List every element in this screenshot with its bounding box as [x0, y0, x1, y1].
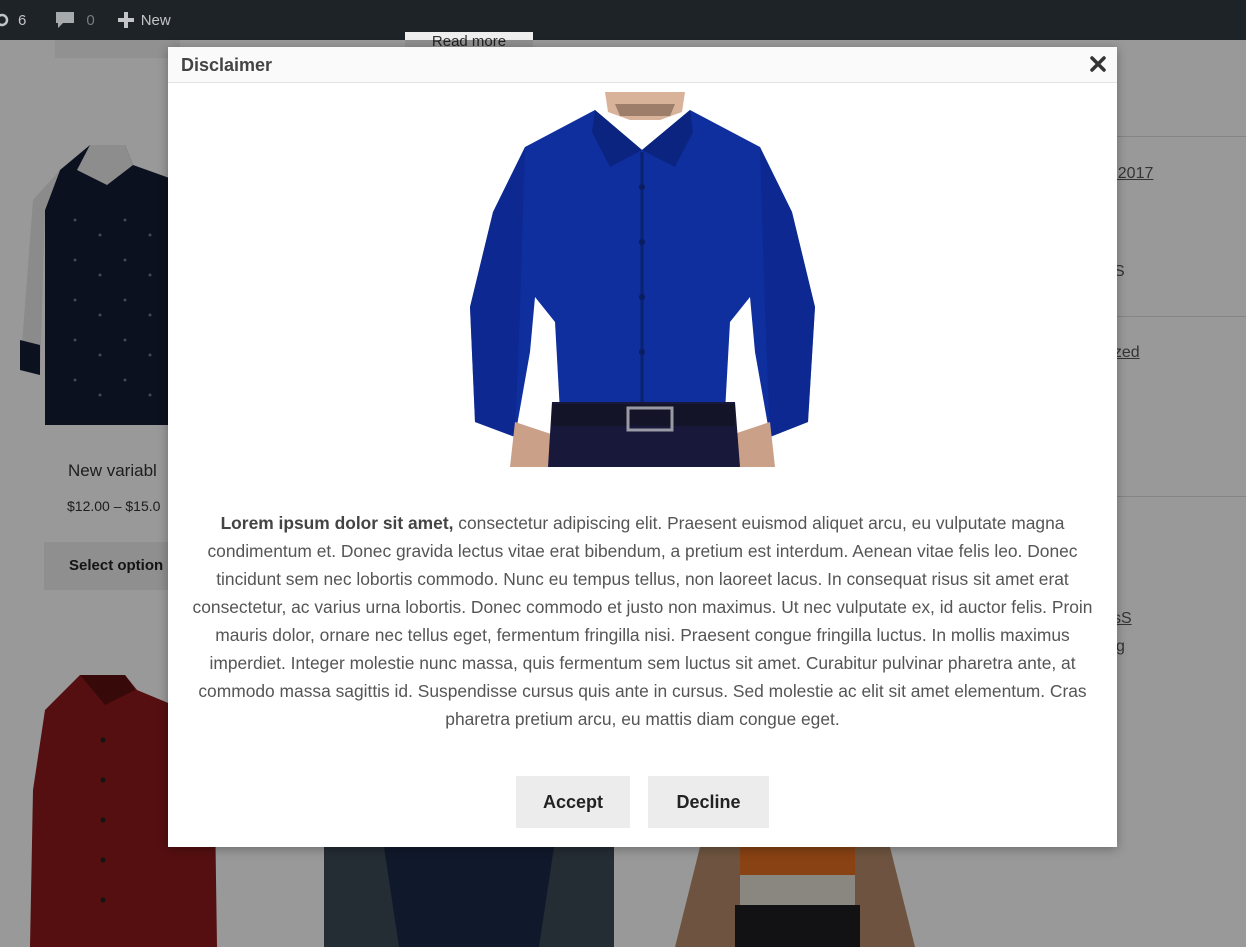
- close-icon: [1090, 56, 1106, 72]
- new-label: New: [140, 11, 171, 29]
- updates-count: 6: [18, 11, 27, 29]
- decline-button[interactable]: Decline: [648, 776, 769, 828]
- disclaimer-text: Lorem ipsum dolor sit amet, consectetur …: [188, 509, 1097, 733]
- modal-header: Disclaimer: [168, 47, 1117, 83]
- modal-title: Disclaimer: [181, 55, 273, 75]
- disclaimer-modal: Disclaimer Lorem ipsum dolor sit amet, c…: [168, 47, 1117, 847]
- close-button[interactable]: [1087, 53, 1109, 75]
- modal-product-image-blue-shirt: [470, 92, 815, 467]
- new-item[interactable]: New: [105, 11, 181, 29]
- disclaimer-text-body: consectetur adipiscing elit. Praesent eu…: [192, 513, 1093, 729]
- updates-item[interactable]: 6: [0, 12, 36, 29]
- disclaimer-text-bold: Lorem ipsum dolor sit amet,: [220, 513, 454, 533]
- accept-button[interactable]: Accept: [516, 776, 630, 828]
- plus-icon: [117, 12, 134, 28]
- comments-count: 0: [86, 11, 95, 29]
- comments-item[interactable]: 0: [36, 10, 104, 30]
- updates-icon: [0, 13, 9, 27]
- comment-icon: [56, 12, 75, 28]
- admin-bar: 6 0 New: [0, 0, 1246, 40]
